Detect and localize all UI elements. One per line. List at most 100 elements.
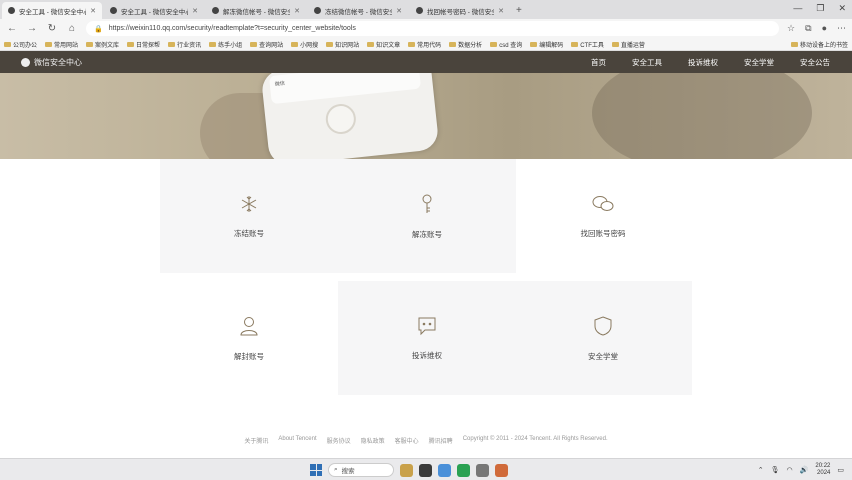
folder-icon	[408, 41, 416, 47]
volume-icon[interactable]: 🔊	[800, 466, 809, 474]
browser-tab-1[interactable]: 安全工具 - 微信安全中心 - 安✕	[2, 2, 102, 19]
folder-icon	[4, 41, 11, 47]
folder-icon	[291, 41, 299, 47]
taskbar-search[interactable]: ⌕ 搜索	[328, 463, 394, 477]
nav-announcements[interactable]: 安全公告	[800, 57, 830, 68]
copyright: Copyright © 2011 - 2024 Tencent. All Rig…	[462, 436, 608, 442]
star-icon[interactable]: ☆	[787, 23, 795, 34]
folder-icon	[367, 41, 375, 47]
favicon-icon	[110, 7, 117, 14]
tool-security-school[interactable]: 安全学堂	[514, 281, 692, 395]
home-icon[interactable]: ⌂	[66, 23, 78, 34]
footer-link[interactable]: 隐私政策	[361, 436, 385, 445]
folder-icon	[449, 41, 457, 47]
bookmark-item[interactable]: csd 查询	[490, 40, 522, 49]
tool-complaint[interactable]: 投诉维权	[338, 281, 516, 395]
footer-link[interactable]: 关于腾讯	[244, 436, 268, 445]
bookmark-item[interactable]: 编辑解码	[530, 40, 563, 49]
snowflake-icon	[239, 194, 259, 214]
nav-security-school[interactable]: 安全学堂	[744, 57, 774, 68]
app-icon[interactable]	[495, 463, 508, 477]
favicon-icon	[212, 7, 219, 14]
url-text: https://weixin110.qq.com/security/readte…	[108, 25, 356, 32]
nav-home[interactable]: 首页	[591, 57, 606, 68]
favicon-icon	[8, 7, 15, 14]
url-bar[interactable]: 🔒 https://weixin110.qq.com/security/read…	[86, 21, 780, 36]
browser-tab-strip: 安全工具 - 微信安全中心 - 安✕ 安全工具 - 微信安全中心 - 安✕ 解冻…	[0, 0, 852, 19]
bookmark-item[interactable]: 小网搜	[291, 40, 318, 49]
file-explorer-icon[interactable]	[400, 463, 413, 477]
hero-phone-image: 微信	[260, 73, 440, 159]
menu-icon[interactable]: ⋯	[837, 23, 846, 34]
key-icon	[417, 193, 437, 215]
footer-link[interactable]: 服务协议	[327, 436, 351, 445]
bookmark-item[interactable]: 行业资讯	[168, 40, 201, 49]
nav-security-tools[interactable]: 安全工具	[632, 57, 662, 68]
wechat-app-icon[interactable]	[457, 463, 470, 477]
bookmark-item[interactable]: 查询网站	[250, 40, 283, 49]
back-icon[interactable]: ←	[6, 23, 18, 34]
browser-tab-4[interactable]: 冻结微信帐号 - 微信安全中心✕	[308, 2, 408, 19]
tool-recover-password[interactable]: 找回账号密码	[514, 159, 692, 273]
browser-tab-2[interactable]: 安全工具 - 微信安全中心 - 安✕	[104, 2, 204, 19]
browser-tab-3[interactable]: 解冻微信帐号 - 微信安全中心✕	[206, 2, 306, 19]
folder-icon	[790, 41, 798, 47]
bookmark-item[interactable]: 常用网站	[45, 40, 78, 49]
bookmark-item[interactable]: 知识网站	[326, 40, 359, 49]
shield-icon	[593, 315, 613, 337]
extensions-icon[interactable]: ⧉	[805, 23, 811, 34]
bookmark-item[interactable]: 日常探帮	[127, 40, 160, 49]
profile-icon[interactable]: ●	[822, 23, 827, 34]
browser-tab-5[interactable]: 找回帐号密码 - 微信安全中心✕	[410, 2, 510, 19]
close-tab-icon[interactable]: ✕	[294, 7, 300, 15]
start-button-icon[interactable]	[310, 464, 322, 476]
bookmark-item[interactable]: 直播运营	[611, 40, 645, 49]
wifi-icon[interactable]: ◠	[787, 466, 793, 474]
phone-screen: 微信	[268, 73, 422, 105]
close-tab-icon[interactable]: ✕	[498, 7, 504, 15]
site-logo[interactable]: 微信安全中心	[21, 57, 82, 68]
forward-icon[interactable]: →	[26, 23, 38, 34]
address-toolbar: ← → ↻ ⌂ 🔒 https://weixin110.qq.com/secur…	[0, 19, 852, 38]
bookmark-item[interactable]: 练手小组	[209, 40, 242, 49]
tool-freeze-account[interactable]: 冻结账号	[160, 159, 338, 273]
tool-unfreeze-account[interactable]: 解冻账号	[338, 159, 516, 273]
store-app-icon[interactable]	[476, 463, 489, 477]
footer-link[interactable]: 腾讯招聘	[429, 436, 453, 445]
folder-icon	[209, 41, 217, 47]
chevron-up-icon[interactable]: ⌃	[758, 466, 764, 474]
close-window-icon[interactable]: ✕	[838, 3, 846, 14]
tool-unblock-account[interactable]: 解封账号	[160, 281, 338, 395]
folder-icon	[168, 41, 176, 47]
browser-app-icon[interactable]	[419, 463, 432, 477]
mic-icon[interactable]: 🎙	[771, 466, 780, 474]
new-tab-button[interactable]: +	[516, 5, 522, 16]
bookmark-item[interactable]: 数据分析	[449, 40, 482, 49]
close-tab-icon[interactable]: ✕	[90, 7, 96, 15]
close-tab-icon[interactable]: ✕	[192, 7, 198, 15]
edge-app-icon[interactable]	[438, 463, 451, 477]
notification-icon[interactable]: ▭	[837, 466, 844, 474]
reload-icon[interactable]: ↻	[46, 23, 58, 34]
clock[interactable]: 20:22 2024	[815, 463, 830, 477]
windows-taskbar: ⌕ 搜索 ⌃ 🎙 ◠ 🔊 20:22 2024 ▭	[0, 458, 852, 480]
bookmark-item[interactable]: 公司办公	[4, 40, 37, 49]
bookmark-item[interactable]: 知识文章	[367, 40, 400, 49]
mobile-bookmarks[interactable]: 移动设备上的书签	[790, 40, 848, 49]
bookmark-item[interactable]: CTF工具	[571, 40, 604, 49]
folder-icon	[250, 41, 258, 47]
bookmark-item[interactable]: 常用代码	[408, 40, 441, 49]
close-tab-icon[interactable]: ✕	[396, 7, 402, 15]
maximize-icon[interactable]: ❐	[816, 3, 824, 14]
favicon-icon	[314, 7, 321, 14]
minimize-icon[interactable]: —	[793, 3, 802, 14]
folder-icon	[490, 41, 498, 47]
search-icon: ⌕	[334, 466, 338, 473]
shield-logo-icon	[21, 58, 30, 67]
folder-icon	[127, 41, 135, 47]
nav-complaints[interactable]: 投诉维权	[688, 57, 718, 68]
footer-link[interactable]: 客服中心	[395, 436, 419, 445]
site-nav: 首页 安全工具 投诉维权 安全学堂 安全公告	[591, 57, 830, 68]
footer-link[interactable]: About Tencent	[278, 436, 316, 445]
bookmark-item[interactable]: 案例文库	[86, 40, 119, 49]
